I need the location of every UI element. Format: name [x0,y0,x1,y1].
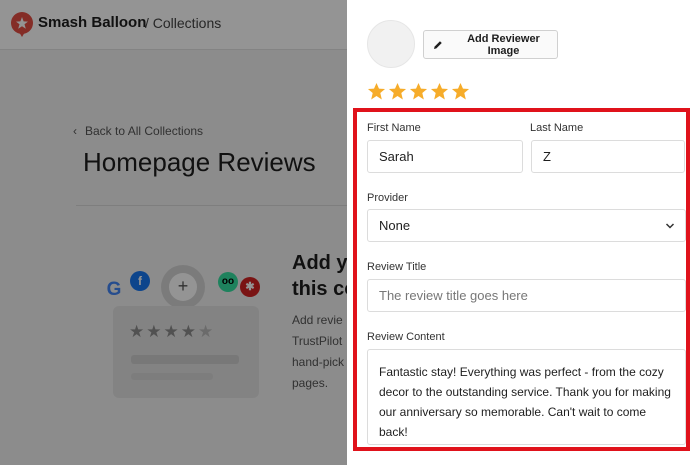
star-icon[interactable] [430,82,449,101]
rating-stars[interactable] [367,82,470,101]
review-content-textarea[interactable]: Fantastic stay! Everything was perfect -… [367,349,686,445]
add-reviewer-image-label: Add Reviewer Image [467,32,540,57]
review-editor-panel: Add Reviewer Image First Name Last Name … [347,0,700,465]
collections-page: Smash Balloon / Collections ‹ Back to All… [0,0,347,465]
first-name-label: First Name [367,122,421,134]
first-name-input[interactable] [367,140,523,173]
review-form-highlight: First Name Last Name Provider None Revie… [353,108,690,451]
modal-overlay[interactable] [0,0,347,465]
chevron-down-icon [665,223,675,229]
last-name-input[interactable] [531,140,685,173]
provider-selected-value: None [379,218,411,233]
last-name-label: Last Name [530,122,584,134]
star-icon[interactable] [388,82,407,101]
review-title-label: Review Title [367,261,427,273]
star-icon[interactable] [451,82,470,101]
review-content-label: Review Content [367,331,445,343]
star-icon[interactable] [367,82,386,101]
provider-select[interactable]: None [367,209,686,242]
reviewer-avatar [367,20,415,68]
review-title-input[interactable] [367,279,686,312]
add-reviewer-image-button[interactable]: Add Reviewer Image [423,30,558,59]
pencil-icon [433,40,442,49]
provider-label: Provider [367,192,408,204]
star-icon[interactable] [409,82,428,101]
